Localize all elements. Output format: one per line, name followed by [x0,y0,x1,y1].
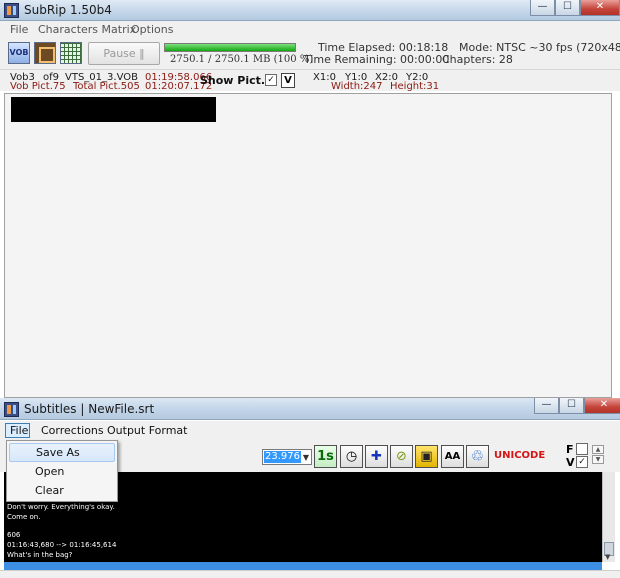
sub-close-button[interactable]: ✕ [584,398,620,414]
show-pict-checkbox[interactable]: ✓ [265,74,277,86]
v-checkbox[interactable]: ✓ [576,456,588,468]
chapters-info: Chapters: 28 [442,53,513,66]
menu-characters-matrix[interactable]: Characters Matrix [38,23,136,36]
sub-menu-corrections[interactable]: Corrections [41,424,104,437]
progress-text: 2750.1 / 2750.1 MB (100 %) [170,54,314,65]
save-disk-icon[interactable]: ▣ [415,445,438,468]
subtitle-scrollbar[interactable]: ▼ [602,472,615,562]
sub-minimize-button[interactable]: — [534,398,559,414]
f-label: F [566,443,574,456]
close-button[interactable]: ✕ [580,0,620,16]
fps-select[interactable]: 23.976 ▼ [262,449,312,465]
subtitle-picture [11,97,216,122]
characters-matrix-icon[interactable] [34,42,56,64]
time-remaining: Time Remaining: 00:00:00 [304,53,450,66]
subtitles-window-title: Subtitles | NewFile.srt [24,402,155,416]
picture-preview-area[interactable] [4,93,612,398]
menu-item-clear[interactable]: Clear [9,481,115,500]
f-checkbox[interactable] [576,443,588,455]
progress-bar-fill [165,44,295,51]
maximize-button[interactable]: ☐ [555,0,580,16]
v-label: V [566,456,575,469]
file-dropdown-menu: Save As Open Clear [6,440,118,502]
fps-value: 23.976 [264,451,301,463]
main-window-title: SubRip 1.50b4 [24,3,112,17]
vob-pict: Vob Pict.75 [10,81,66,92]
clock-icon[interactable]: ◷ [340,445,363,468]
menu-item-open[interactable]: Open [9,462,115,481]
width-value: Width:247 [331,81,383,92]
minimize-button[interactable]: — [530,0,555,16]
unicode-label[interactable]: UNICODE [494,450,545,461]
trash-icon[interactable]: ♲ [466,445,489,468]
chevron-down-icon: ▼ [302,453,309,462]
progress-bar [164,43,296,52]
window-bottom-edge [0,570,620,578]
spin-down-icon[interactable]: ▼ [592,455,604,464]
font-size-icon[interactable]: AA [441,445,464,468]
sub-menu-file[interactable]: File [10,424,28,437]
pause-button[interactable]: Pause ‖ [88,42,160,65]
menu-file[interactable]: File [10,23,28,36]
subtitles-app-icon [4,402,19,417]
subtitles-status-strip [4,562,602,570]
vob-icon[interactable]: VOB [8,42,30,64]
menu-item-save-as[interactable]: Save As [9,443,115,462]
show-pict-label: Show Pict. [200,74,266,87]
subtitle-line: Come on. [7,513,41,521]
sub-menu-output-format[interactable]: Output Format [107,424,187,437]
subtitle-index: 606 [7,531,21,539]
main-window-controls: — ☐ ✕ [530,0,620,16]
total-pict: Total Pict.505 [73,81,140,92]
subtitle-line: Don't worry. Everything's okay. [7,503,115,511]
puzzle-icon[interactable]: ✚ [365,445,388,468]
subtitle-timecode: 01:16:43,680 --> 01:16:45,614 [7,541,117,549]
height-value: Height:31 [390,81,440,92]
main-title-bar[interactable]: SubRip 1.50b4 — ☐ ✕ [0,0,620,21]
menu-options[interactable]: Options [131,23,173,36]
sub-maximize-button[interactable]: ☐ [559,398,584,414]
no-entry-icon[interactable]: ⊘ [390,445,413,468]
main-menu-bar: File Characters Matrix Options [0,21,620,39]
grid-icon[interactable] [60,42,82,64]
subrip-app-icon [4,3,19,18]
subtitles-window-controls: — ☐ ✕ [534,398,620,414]
scroll-down-icon[interactable]: ▼ [605,553,610,561]
spin-up-icon[interactable]: ▲ [592,445,604,454]
subtitle-line: What's in the bag? [7,551,73,559]
timing-icon[interactable]: 1s [314,445,337,468]
subtitles-title-bar[interactable]: Subtitles | NewFile.srt — ☐ ✕ [0,398,620,420]
v-button[interactable]: V [281,73,295,88]
